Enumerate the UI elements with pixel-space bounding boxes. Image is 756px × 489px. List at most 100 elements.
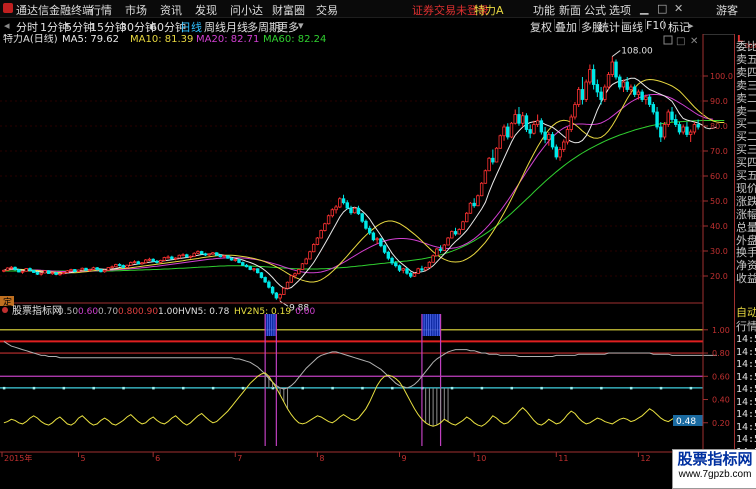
candle-body <box>465 212 469 223</box>
tab-more[interactable]: 更多 <box>277 19 299 35</box>
tick-time: 14:5 <box>736 384 756 395</box>
candle-body <box>547 134 551 140</box>
threshold-dot <box>480 386 484 390</box>
candle-body <box>248 266 252 270</box>
candle-body <box>573 104 577 118</box>
draw-line-button[interactable]: 画线 <box>621 19 643 35</box>
candle-body <box>543 131 547 140</box>
minimize-button[interactable]: ▁ <box>640 2 648 15</box>
quote-panel: L 000 委比 卖五 卖四 卖三 卖二 卖一 买一 买二 买三 买四 买五 现价 涨跌 涨幅 总量 外盘 换手… <box>734 34 756 487</box>
candle-body <box>110 266 114 269</box>
candle-body <box>285 281 290 289</box>
threshold-dot <box>32 386 36 390</box>
candle-body <box>162 257 167 261</box>
threshold-dot <box>659 386 663 390</box>
threshold-dot <box>301 386 304 390</box>
tab-weekly[interactable]: 周线 <box>204 19 226 35</box>
close-button[interactable]: ✕ <box>674 2 683 15</box>
candle-body <box>621 81 626 88</box>
watermark-title: 股票指标网 <box>677 450 753 468</box>
expand-icon[interactable]: ◂ <box>4 19 10 32</box>
statistics-button[interactable]: 统计 <box>598 19 620 35</box>
candle-body <box>651 104 656 113</box>
candle-body <box>304 258 308 265</box>
candle-body <box>192 252 196 257</box>
ma20-label: MA20: 82.71 <box>196 34 259 45</box>
candle-body <box>267 281 271 288</box>
mark-arrow-icon[interactable]: ▸ <box>688 19 694 32</box>
x-tick-label: 10 <box>476 454 486 463</box>
menu-market[interactable]: 市场 <box>125 2 147 18</box>
menu-function[interactable]: 功能 <box>533 2 555 18</box>
tab-intraday[interactable]: 分时 <box>16 19 38 35</box>
threshold-dot <box>122 386 125 390</box>
mark-button[interactable]: 标记 <box>668 19 690 35</box>
tab-multi[interactable]: 多周期 <box>247 19 280 35</box>
threshold-dot <box>152 386 155 390</box>
restore-rights-button[interactable]: 复权 <box>530 19 552 35</box>
indicator-param: 0.60 <box>78 307 98 317</box>
candle-body <box>199 251 204 255</box>
candle-body <box>371 232 376 241</box>
candle-body <box>151 258 155 262</box>
candle-body <box>539 120 544 133</box>
tab-monthly[interactable]: 月线 <box>226 19 248 35</box>
guest-label[interactable]: 游客 <box>716 2 738 18</box>
candle-body <box>472 202 476 207</box>
tick-time: 14:5 <box>736 346 756 358</box>
candle-body <box>655 111 659 128</box>
candle-body <box>580 89 585 100</box>
tab-more-icon[interactable]: ▾ <box>298 19 304 32</box>
threshold-dot <box>391 386 394 390</box>
candle-body <box>263 277 267 283</box>
candle-body <box>517 114 521 124</box>
menu-newface[interactable]: 新面 <box>559 2 581 18</box>
candle-body <box>442 244 447 251</box>
candle-body <box>353 207 357 214</box>
overlay-button[interactable]: 叠加 <box>555 19 577 35</box>
candle-body <box>203 253 208 256</box>
candle-body <box>692 124 697 133</box>
menu-options[interactable]: 选项 <box>609 2 631 18</box>
candle-body <box>136 261 140 265</box>
candle-body <box>588 69 592 83</box>
candle-body <box>423 267 428 271</box>
candle-body <box>158 260 163 263</box>
quote-label: 收益 <box>736 272 756 286</box>
auto-quote-label[interactable]: 行情 <box>736 318 756 334</box>
maximize-button[interactable]: □ <box>657 2 667 15</box>
candle-body <box>237 259 241 263</box>
svg-text:□: □ <box>676 36 685 47</box>
candle-body <box>39 272 43 275</box>
candle-body <box>677 124 682 133</box>
tick-time: 14:5 <box>736 371 756 383</box>
menu-news[interactable]: 资讯 <box>160 2 182 18</box>
candle-body <box>409 272 413 277</box>
candle-body <box>229 257 234 261</box>
threshold-dot <box>629 386 633 390</box>
threshold-dot <box>92 386 95 390</box>
ma5-label: MA5: 79.62 <box>62 34 119 45</box>
ind-y-tick-label: 0.20 <box>712 419 730 428</box>
candle-body <box>170 256 174 260</box>
menu-trade[interactable]: 交易 <box>316 2 338 18</box>
menu-quotes[interactable]: 行情 <box>90 2 112 18</box>
menu-formula[interactable]: 公式 <box>584 2 606 18</box>
menu-ask[interactable]: 问小达 <box>230 2 263 18</box>
candle-body <box>177 254 182 259</box>
candle-body <box>487 157 491 172</box>
threshold-dot <box>361 386 364 390</box>
tab-daily[interactable]: 日线 <box>180 19 202 35</box>
candle-body <box>364 220 368 229</box>
tick-time: 14:5 <box>736 359 756 370</box>
x-tick-label: 9 <box>402 454 407 463</box>
y-tick-label: 90.0 <box>710 97 728 106</box>
candle-body <box>386 251 391 259</box>
threshold-dot <box>62 386 66 390</box>
chart-area[interactable]: 特力A(日线) MA5: 79.62 MA10: 81.39 MA20: 82.… <box>0 34 756 487</box>
menu-wealth[interactable]: 财富圈 <box>272 2 305 18</box>
menu-discover[interactable]: 发现 <box>195 2 217 18</box>
candle-body <box>614 61 618 78</box>
candle-body <box>129 262 133 266</box>
watermark-url: www.7gpzb.com <box>678 469 752 480</box>
